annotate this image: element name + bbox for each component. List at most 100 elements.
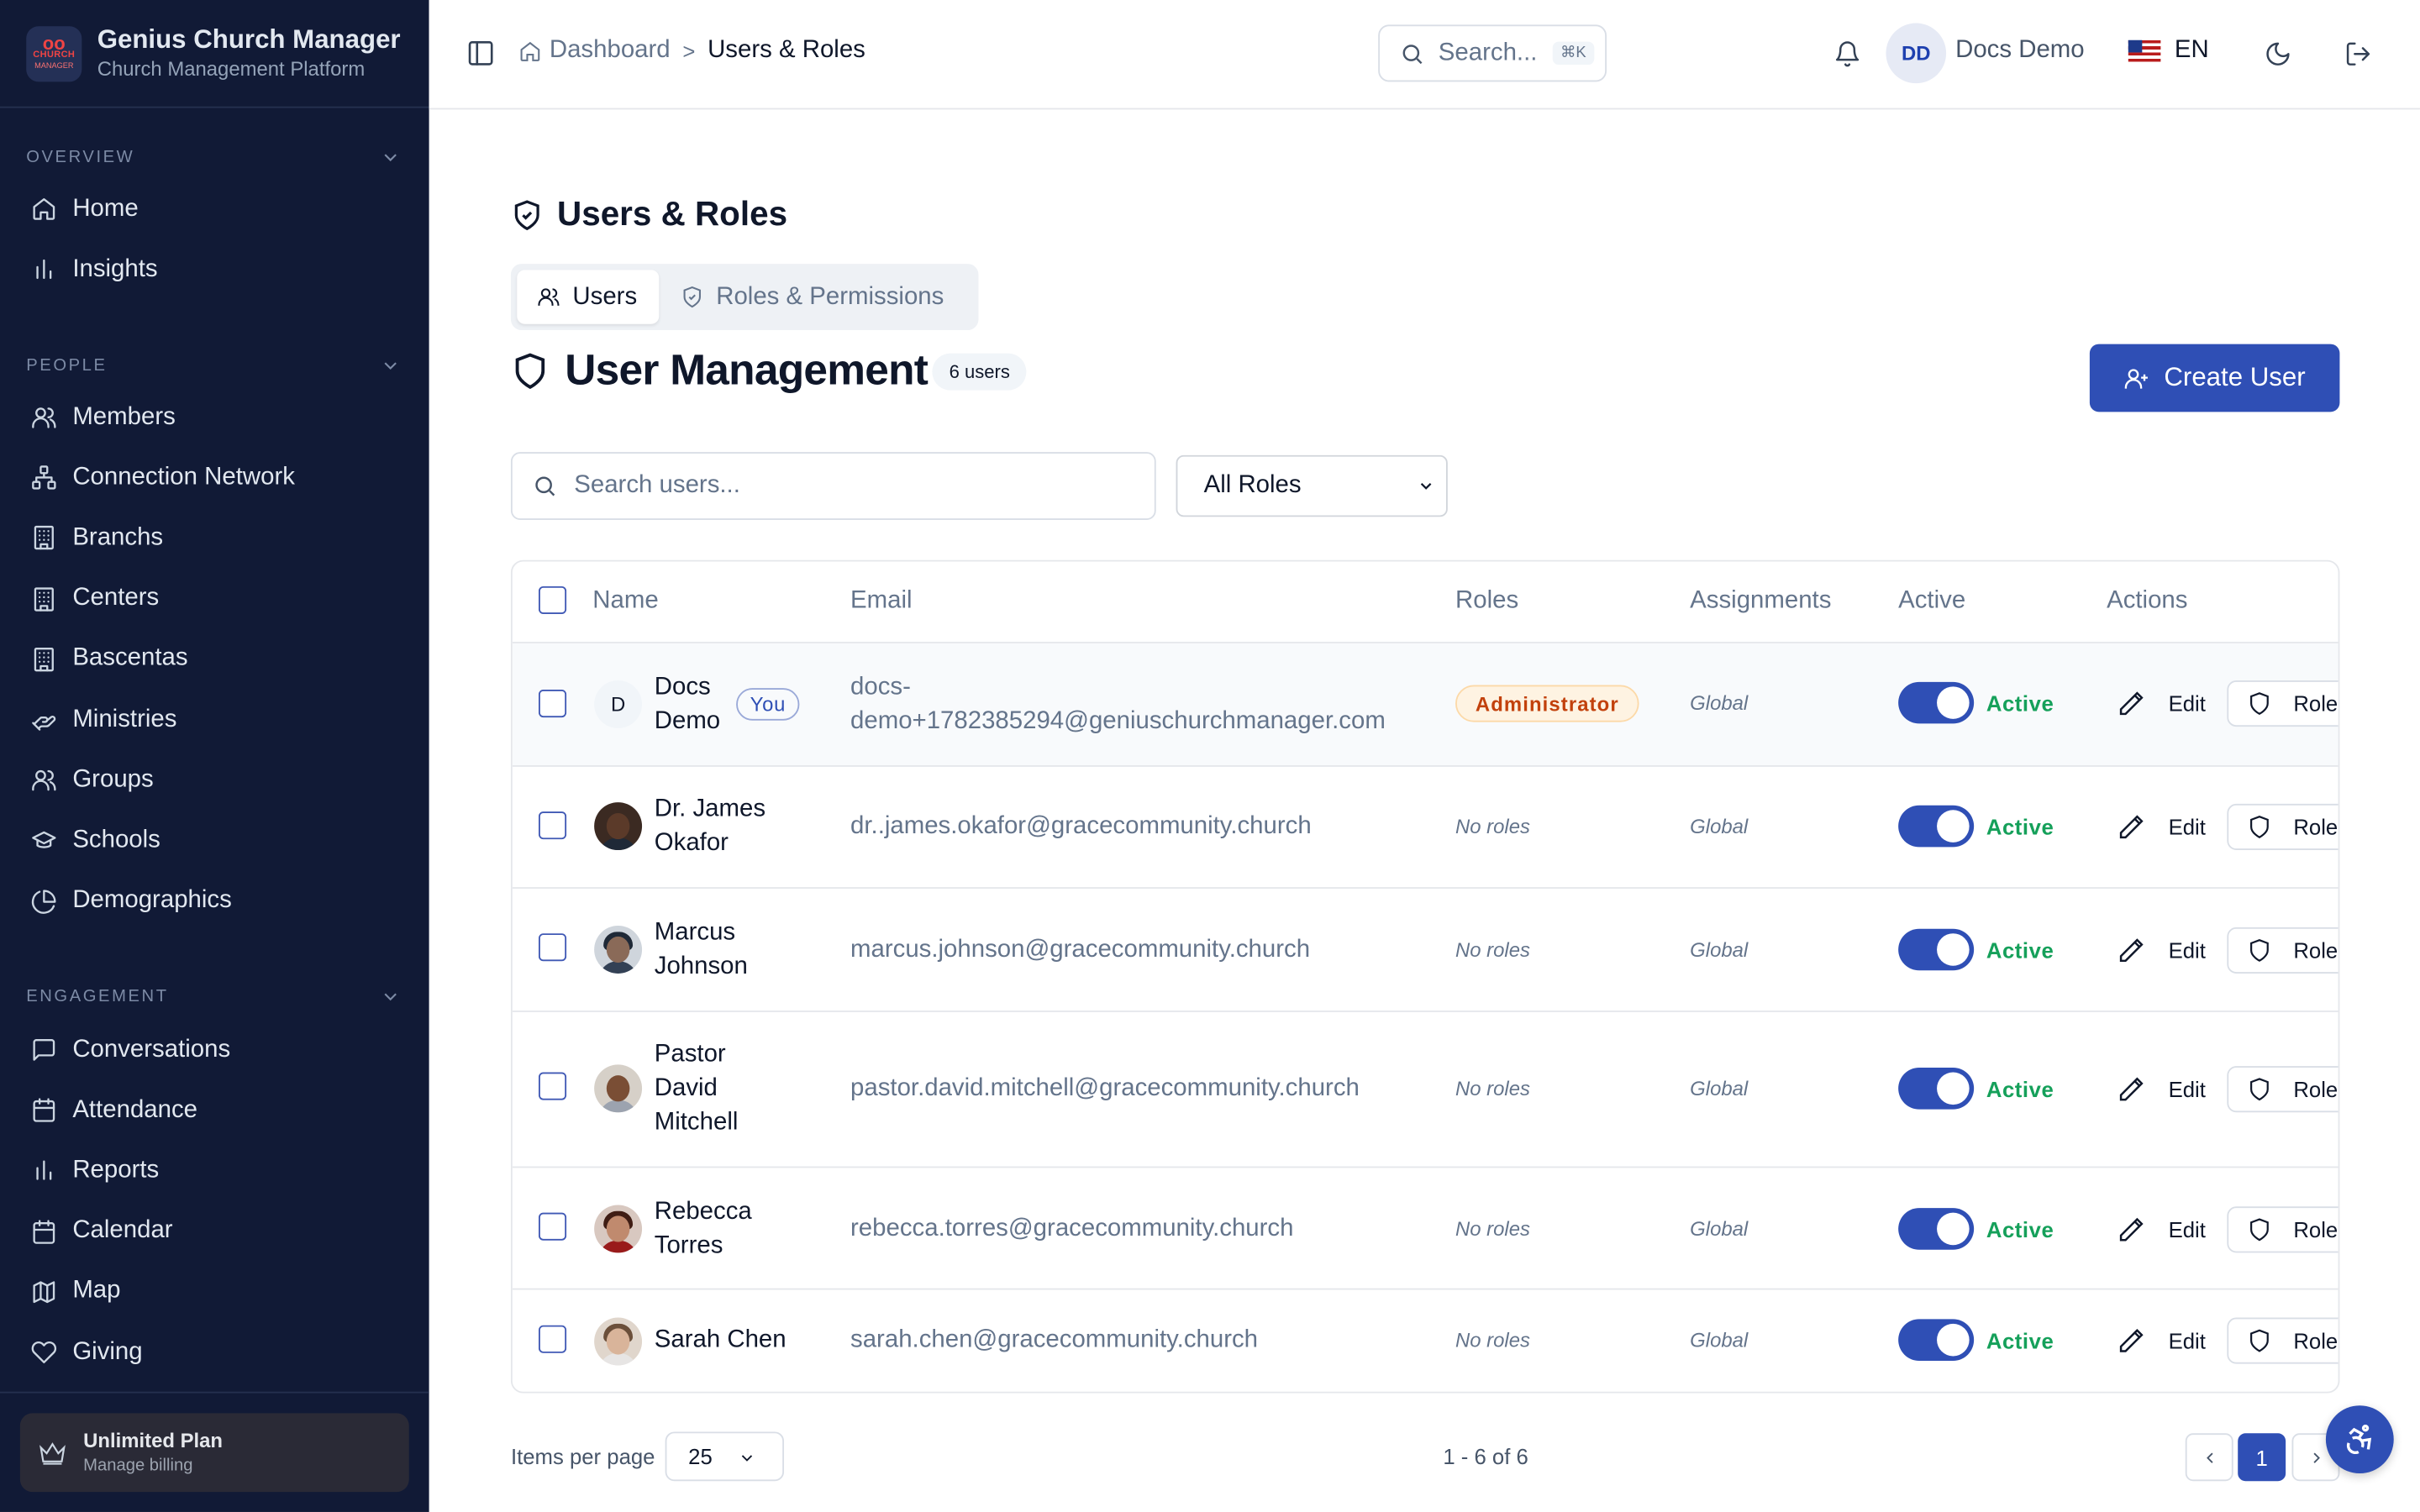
row-checkbox[interactable]	[539, 690, 567, 718]
nav-conversations[interactable]: Conversations	[0, 1020, 429, 1080]
row-checkbox[interactable]	[539, 1212, 567, 1241]
status-text: Active	[1986, 814, 2054, 840]
nav-calendar[interactable]: Calendar	[0, 1201, 429, 1262]
roles-button[interactable]: Roles	[2227, 803, 2338, 851]
user-search-input[interactable]	[574, 472, 1115, 501]
edit-button[interactable]: Edit	[2118, 929, 2206, 972]
theme-toggle-button[interactable]	[2264, 40, 2291, 76]
user-name: Sarah Chen	[654, 1326, 786, 1353]
table-row[interactable]: Pastor David Mitchell pastor.david.mitch…	[512, 1012, 2338, 1168]
roles-button[interactable]: Roles	[2227, 680, 2338, 727]
topbar: Dashboard > Users & Roles Search... ⌘K D…	[429, 0, 2420, 110]
tab-roles-permissions[interactable]: Roles & Permissions	[681, 270, 944, 323]
items-per-page-select[interactable]: 25	[665, 1431, 785, 1482]
nav-label: Bascentas	[72, 645, 188, 672]
table-row[interactable]: Rebecca Torres rebecca.torres@gracecommu…	[512, 1168, 2338, 1290]
avatar: D	[594, 680, 643, 728]
user-search[interactable]	[510, 452, 1156, 520]
row-checkbox[interactable]	[539, 1325, 567, 1353]
row-checkbox[interactable]	[539, 811, 567, 840]
nav-demographics[interactable]: Demographics	[0, 871, 429, 932]
us-flag-icon	[2128, 39, 2161, 62]
section-overview[interactable]: OVERVIEW	[0, 142, 429, 173]
row-checkbox[interactable]	[539, 933, 567, 962]
table-row[interactable]: Dr. James Okafor dr..james.okafor@gracec…	[512, 767, 2338, 889]
section-engagement[interactable]: ENGAGEMENT	[0, 981, 429, 1012]
table-row[interactable]: D Docs Demo You docs-demo+1782385294@gen…	[512, 643, 2338, 767]
edit-button[interactable]: Edit	[2118, 682, 2206, 725]
role-filter-select[interactable]: All Roles	[1176, 454, 1448, 517]
avatar	[594, 1317, 643, 1366]
table-row[interactable]: Sarah Chen sarah.chen@gracecommunity.chu…	[513, 1289, 2338, 1391]
section-people[interactable]: PEOPLE	[0, 350, 429, 381]
brand[interactable]: oo CHURCH MANAGER Genius Church Manager …	[0, 0, 429, 108]
roles-button[interactable]: Roles	[2227, 1206, 2338, 1253]
active-toggle[interactable]	[1898, 1067, 1975, 1110]
tab-users[interactable]: Users	[517, 270, 660, 324]
roles-button[interactable]: Roles	[2227, 1066, 2338, 1113]
active-toggle[interactable]	[1898, 928, 1975, 971]
column-header-name[interactable]: Name	[592, 588, 658, 616]
pencil-icon	[2119, 691, 2144, 716]
create-user-button[interactable]: Create User	[2089, 344, 2340, 412]
breadcrumb: Dashboard > Users & Roles	[518, 37, 865, 65]
active-toggle[interactable]	[1898, 1319, 1975, 1361]
breadcrumb-home[interactable]: Dashboard	[518, 37, 671, 65]
user-name: Marcus Johnson	[654, 919, 748, 980]
edit-button[interactable]: Edit	[2118, 806, 2206, 848]
logout-button[interactable]	[2344, 40, 2372, 76]
nav-label: Reports	[72, 1157, 160, 1184]
roles-button[interactable]: Roles	[2227, 1317, 2338, 1364]
nav-reports[interactable]: Reports	[0, 1141, 429, 1201]
nav-groups[interactable]: Groups	[0, 750, 429, 811]
column-header-email[interactable]: Email	[850, 588, 912, 616]
nav-members[interactable]: Members	[0, 387, 429, 448]
active-toggle[interactable]	[1898, 1208, 1975, 1250]
nav-schools[interactable]: Schools	[0, 811, 429, 871]
edit-button[interactable]: Edit	[2118, 1068, 2206, 1110]
active-toggle[interactable]	[1898, 805, 1975, 848]
notifications-button[interactable]	[1833, 40, 1861, 76]
nav-bascentas[interactable]: Bascentas	[0, 629, 429, 690]
edit-label: Edit	[2168, 937, 2206, 963]
edit-button[interactable]: Edit	[2118, 1319, 2206, 1362]
nav-label: Giving	[72, 1338, 143, 1365]
shield-icon	[2250, 938, 2269, 962]
global-search[interactable]: Search... ⌘K	[1378, 24, 1607, 82]
roles-button[interactable]: Roles	[2227, 927, 2338, 974]
row-checkbox[interactable]	[539, 1072, 567, 1100]
nav-centers[interactable]: Centers	[0, 569, 429, 629]
nav-branchs[interactable]: Branchs	[0, 508, 429, 569]
previous-page-button[interactable]	[2185, 1433, 2233, 1482]
page-title-text: Users & Roles	[557, 194, 788, 234]
nav-giving[interactable]: Giving	[0, 1322, 429, 1383]
log-out-icon	[2346, 42, 2370, 66]
table-row[interactable]: Marcus Johnson marcus.johnson@gracecommu…	[512, 889, 2338, 1012]
nav-home[interactable]: Home	[0, 179, 429, 239]
user-avatar[interactable]: DD	[1886, 23, 1947, 84]
nav-label: Centers	[72, 585, 160, 612]
network-icon	[32, 465, 56, 491]
plan-card[interactable]: Unlimited Plan Manage billing	[19, 1413, 409, 1493]
plan-subtitle: Manage billing	[83, 1455, 193, 1474]
nav-label: Connection Network	[72, 464, 295, 491]
nav-attendance[interactable]: Attendance	[0, 1080, 429, 1141]
sidebar-toggle-button[interactable]	[466, 39, 496, 76]
page-1-button[interactable]: 1	[2238, 1433, 2286, 1482]
active-toggle[interactable]	[1898, 681, 1975, 724]
language-label: EN	[2174, 37, 2209, 64]
nav-ministries[interactable]: Ministries	[0, 690, 429, 750]
nav-connection-network[interactable]: Connection Network	[0, 448, 429, 508]
select-all-checkbox[interactable]	[539, 585, 567, 615]
section-title: User Management	[565, 345, 929, 394]
nav-map[interactable]: Map	[0, 1262, 429, 1322]
edit-button[interactable]: Edit	[2118, 1208, 2206, 1251]
nav-insights[interactable]: Insights	[0, 239, 429, 300]
nav-label: Home	[72, 195, 139, 222]
user-name[interactable]: Docs Demo	[1955, 37, 2085, 65]
sidebar-divider	[0, 1391, 429, 1394]
nav-label: Insights	[72, 255, 158, 282]
language-selector[interactable]: EN	[2128, 37, 2209, 65]
accessibility-button[interactable]	[2325, 1405, 2394, 1474]
app-name: Genius Church Manager	[97, 24, 401, 54]
